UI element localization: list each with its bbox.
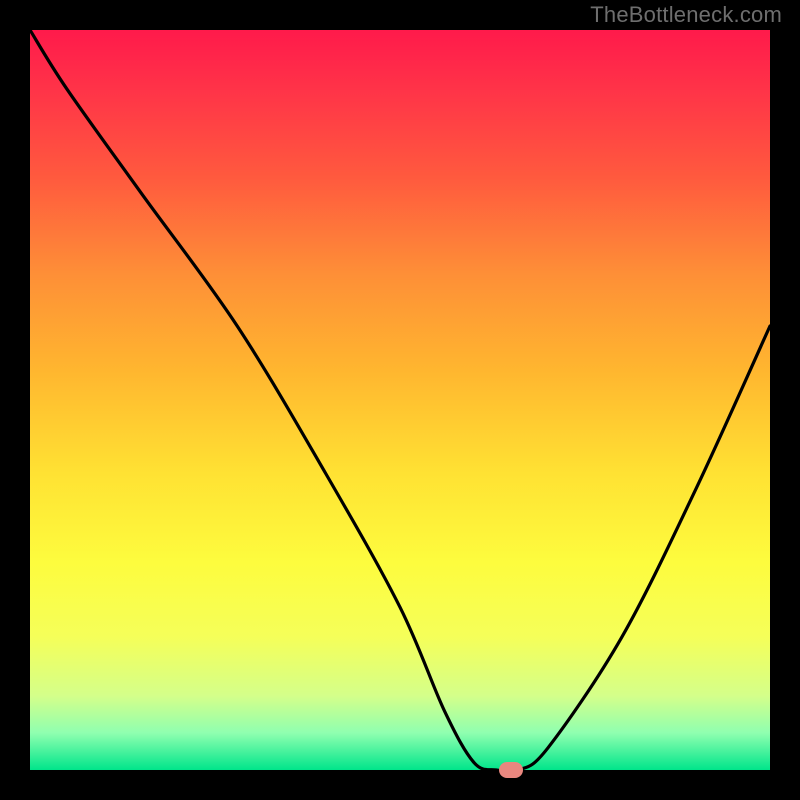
chart-container: TheBottleneck.com [0,0,800,800]
plot-area [30,30,770,770]
optimum-marker [499,762,523,778]
bottleneck-curve [30,30,770,770]
attribution-text: TheBottleneck.com [590,2,782,28]
